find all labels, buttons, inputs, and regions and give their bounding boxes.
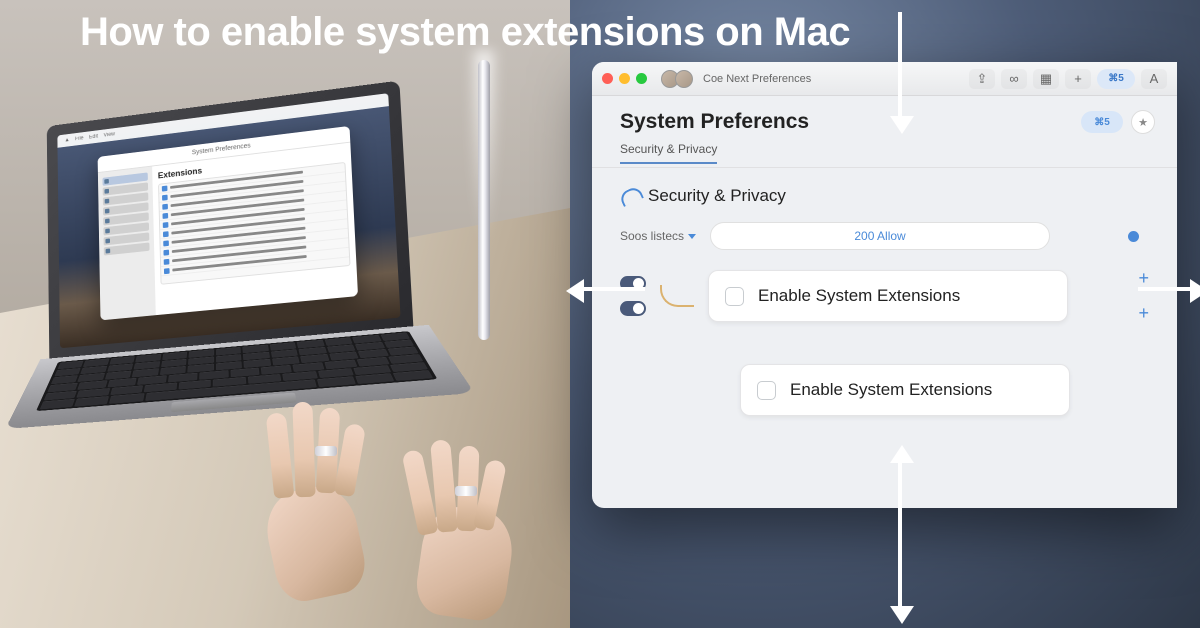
checkbox[interactable] [757,381,776,400]
checkbox[interactable] [725,287,744,306]
close-icon[interactable] [602,73,613,84]
header-shortcut-pill[interactable]: ⌘5 [1081,111,1123,133]
favorite-icon[interactable]: ★ [1131,110,1155,134]
status-dot-icon [1128,231,1139,242]
share-icon[interactable]: ⇪ [969,69,995,89]
arrow-down-icon [898,530,902,610]
link-icon[interactable]: ∞ [1001,69,1027,89]
filter-value-pill[interactable]: 200 Allow [710,222,1050,250]
filter-dropdown[interactable]: Soos listecs [620,229,696,243]
window-toolbar: Coe Next Preferences ⇪ ∞ ▦ + ⌘5 A [592,62,1177,96]
option-label: Enable System Extensions [758,286,960,306]
shortcut-pill[interactable]: ⌘5 [1097,69,1135,89]
arrow-left-icon [580,287,645,291]
enable-extensions-card[interactable]: Enable System Extensions [708,270,1068,322]
arrow-up-icon [898,460,902,530]
add-icon[interactable]: + [1065,69,1091,89]
zoom-icon[interactable] [636,73,647,84]
laptop-illustration: ▲FileEditView System Preferences [38,77,453,493]
arrow-right-icon [1138,287,1193,291]
arrow-left-icon [566,279,584,303]
arrow-up-icon [890,445,914,463]
avatar [675,70,693,88]
grid-icon[interactable]: ▦ [1033,69,1059,89]
lamp-icon [478,60,490,340]
toolbar-title: Coe Next Preferences [703,73,811,85]
mac-extensions-window: System Preferences [98,126,358,320]
system-preferences-window: Coe Next Preferences ⇪ ∞ ▦ + ⌘5 A System… [592,62,1177,508]
arrow-right-icon [1190,279,1200,303]
illustration-panel: ▲FileEditView System Preferences [0,0,570,628]
option-label: Enable System Extensions [790,380,992,400]
plus-icon[interactable]: + [1138,303,1149,324]
section-title: Security & Privacy [620,186,1149,206]
toggle-switch[interactable] [620,301,646,316]
tab-security-privacy[interactable]: Security & Privacy [620,142,717,164]
prefs-title: System Preferencs [620,110,809,134]
connector-icon [660,285,694,307]
plus-icon[interactable]: + [1138,268,1149,289]
prefs-tab-bar: Security & Privacy [592,142,1177,168]
minimize-icon[interactable] [619,73,630,84]
font-icon[interactable]: A [1141,69,1167,89]
page-title: How to enable system extensions on Mac [80,10,850,55]
arrow-down-icon [890,606,914,624]
arrow-down-icon [898,12,902,120]
enable-extensions-card[interactable]: Enable System Extensions [740,364,1070,416]
arrow-down-icon [890,116,914,134]
